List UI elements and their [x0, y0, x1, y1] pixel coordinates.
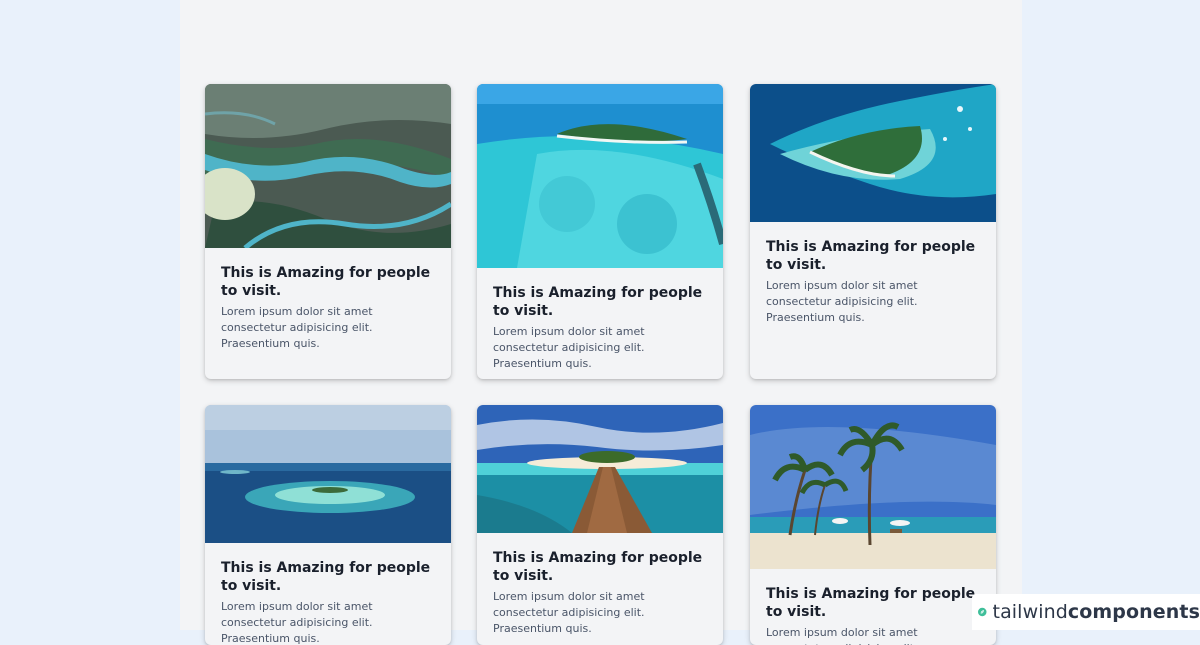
card-6[interactable]: This is Amazing for people to visit. Lor… [750, 405, 996, 645]
card-title: This is Amazing for people to visit. [221, 560, 431, 594]
card-title: This is Amazing for people to visit. [221, 265, 431, 299]
card-image-atoll-horizon [205, 405, 451, 543]
card-text: Lorem ipsum dolor sit amet consectetur a… [766, 279, 918, 324]
card-image-aerial-river [205, 84, 451, 248]
card-text: Lorem ipsum dolor sit amet consectetur a… [493, 325, 645, 370]
card-5[interactable]: This is Amazing for people to visit. Lor… [477, 405, 723, 645]
brand-name-light: tailwind [992, 601, 1068, 623]
card-2[interactable]: This is Amazing for people to visit. Lor… [477, 84, 723, 379]
card-title: This is Amazing for people to visit. [766, 239, 976, 273]
brand-name: tailwindcomponents [993, 601, 1200, 623]
card-1[interactable]: This is Amazing for people to visit. Lor… [205, 84, 451, 379]
card-title: This is Amazing for people to visit. [766, 586, 976, 620]
card-text: Lorem ipsum dolor sit amet consectetur a… [766, 626, 918, 645]
card-title: This is Amazing for people to visit. [493, 285, 703, 319]
card-3[interactable]: This is Amazing for people to visit. Lor… [750, 84, 996, 379]
leaf-icon [978, 607, 987, 617]
card-image-reef-island [477, 84, 723, 268]
card-image-wooden-pier [477, 405, 723, 533]
card-text: Lorem ipsum dolor sit amet consectetur a… [221, 600, 373, 645]
brand-watermark[interactable]: tailwindcomponents [972, 594, 1200, 630]
brand-name-bold: components [1067, 601, 1200, 623]
card-title: This is Amazing for people to visit. [493, 550, 703, 584]
card-image-palm-beach [750, 405, 996, 569]
card-4[interactable]: This is Amazing for people to visit. Lor… [205, 405, 451, 645]
content-area: This is Amazing for people to visit. Lor… [180, 0, 1022, 645]
card-image-heart-island [750, 84, 996, 222]
card-text: Lorem ipsum dolor sit amet consectetur a… [221, 305, 373, 350]
